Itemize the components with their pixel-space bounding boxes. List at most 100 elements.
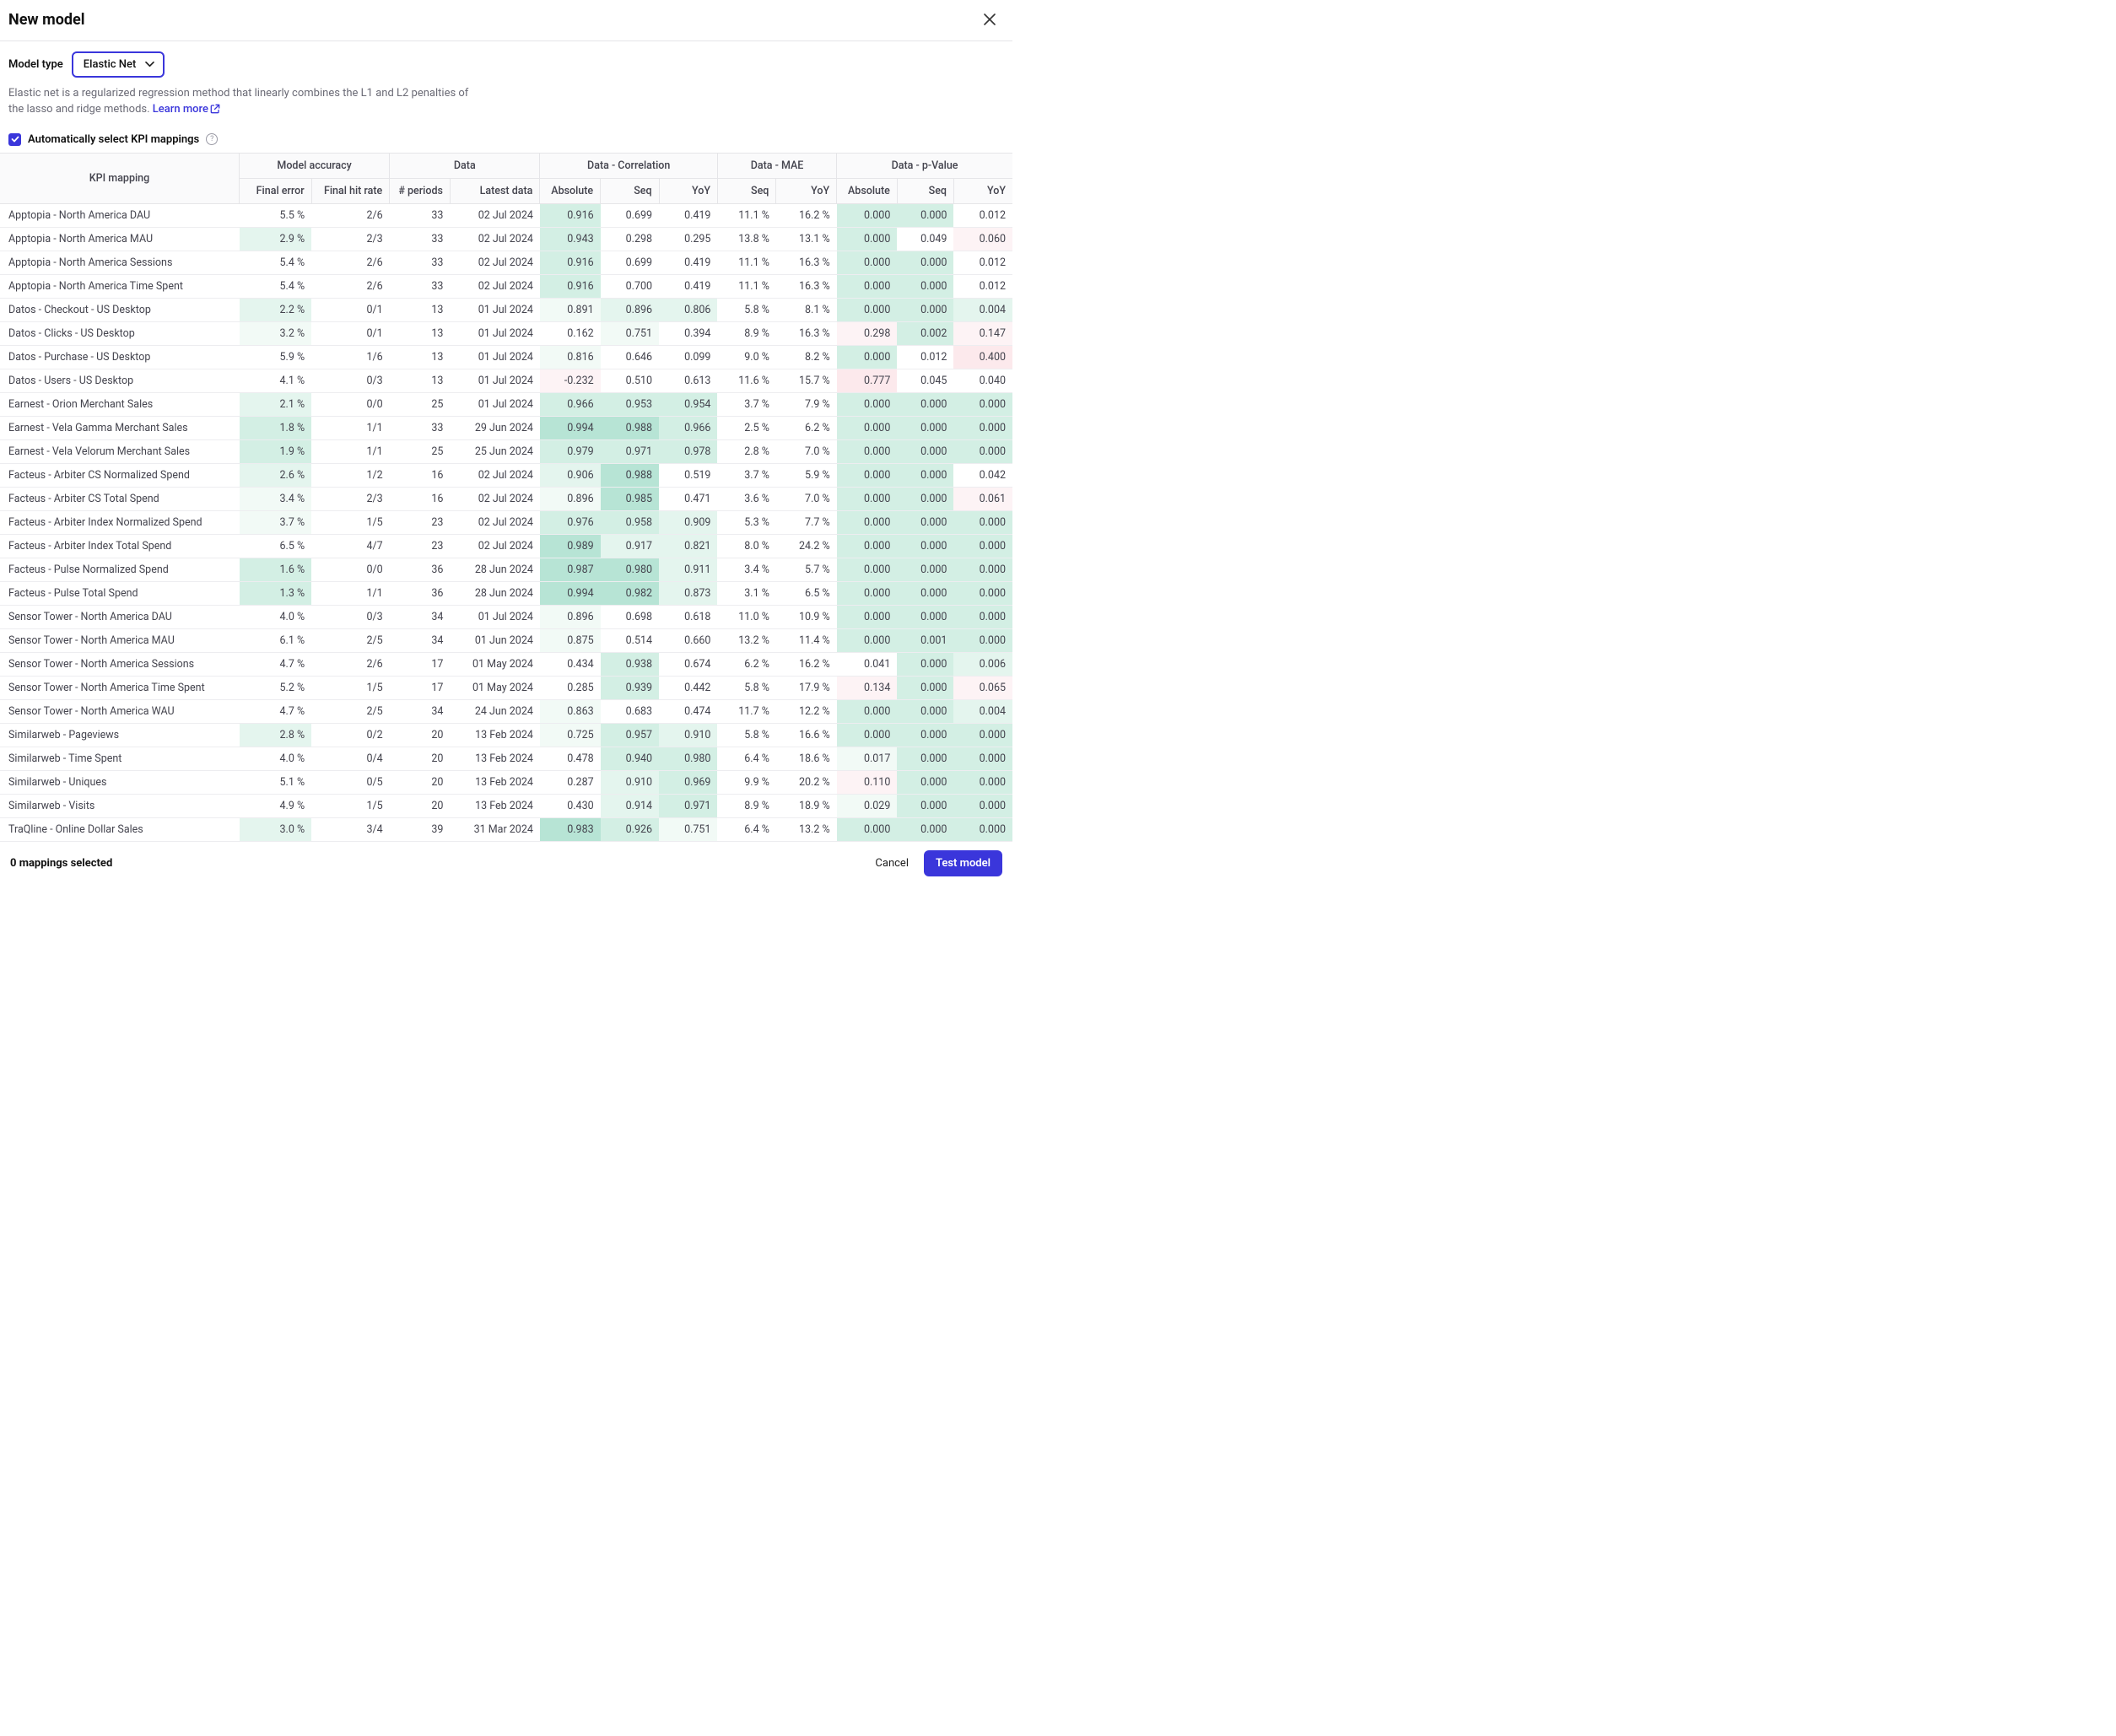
table-row[interactable]: Sensor Tower - North America DAU4.0 %0/3… (0, 605, 1012, 628)
col-latest-data[interactable]: Latest data (450, 178, 539, 203)
col-kpi[interactable]: KPI mapping (0, 154, 240, 204)
cell-fhr: 3/4 (311, 817, 390, 841)
group-mae: Data - MAE (717, 154, 836, 179)
col-corr-seq[interactable]: Seq (601, 178, 659, 203)
cell-ca: 0.983 (540, 817, 601, 841)
table-row[interactable]: Similarweb - Pageviews2.8 %0/22013 Feb 2… (0, 723, 1012, 747)
table-row[interactable]: Facteus - Arbiter Index Normalized Spend… (0, 510, 1012, 534)
table-row[interactable]: Apptopia - North America DAU5.5 %2/63302… (0, 203, 1012, 227)
cell-cy: 0.873 (659, 581, 717, 605)
cell-my: 6.2 % (776, 416, 837, 439)
cell-py: 0.000 (953, 817, 1012, 841)
col-mae-yoy[interactable]: YoY (776, 178, 837, 203)
table-row[interactable]: Earnest - Orion Merchant Sales2.1 %0/025… (0, 392, 1012, 416)
cell-cy: 0.394 (659, 321, 717, 345)
cell-my: 24.2 % (776, 534, 837, 558)
cell-ms: 11.1 % (717, 203, 775, 227)
cell-ms: 2.5 % (717, 416, 775, 439)
col-p-abs[interactable]: Absolute (837, 178, 898, 203)
table-row[interactable]: Apptopia - North America Time Spent5.4 %… (0, 274, 1012, 298)
col-corr-yoy[interactable]: YoY (659, 178, 717, 203)
col-p-seq[interactable]: Seq (897, 178, 953, 203)
cell-ms: 5.8 % (717, 676, 775, 699)
cell-kpi: Datos - Clicks - US Desktop (0, 321, 240, 345)
cell-ps: 0.000 (897, 274, 953, 298)
table-row[interactable]: Facteus - Pulse Normalized Spend1.6 %0/0… (0, 558, 1012, 581)
cell-pa: 0.000 (837, 487, 898, 510)
cell-ca: 0.816 (540, 345, 601, 369)
cancel-button[interactable]: Cancel (872, 852, 912, 875)
cell-ps: 0.000 (897, 652, 953, 676)
cell-py: 0.000 (953, 534, 1012, 558)
group-data: Data (390, 154, 540, 179)
cell-ps: 0.000 (897, 298, 953, 321)
cell-np: 16 (390, 487, 451, 510)
cell-my: 7.0 % (776, 487, 837, 510)
cell-fhr: 2/3 (311, 487, 390, 510)
auto-kpi-checkbox[interactable] (8, 133, 21, 146)
table-row[interactable]: Datos - Clicks - US Desktop3.2 %0/11301 … (0, 321, 1012, 345)
table-row[interactable]: Apptopia - North America Sessions5.4 %2/… (0, 251, 1012, 274)
cell-ps: 0.000 (897, 463, 953, 487)
table-row[interactable]: Earnest - Vela Gamma Merchant Sales1.8 %… (0, 416, 1012, 439)
col-final-error[interactable]: Final error (240, 178, 312, 203)
cell-my: 20.2 % (776, 770, 837, 794)
cell-cy: 0.980 (659, 747, 717, 770)
cell-cs: 0.298 (601, 227, 659, 251)
col-mae-seq[interactable]: Seq (717, 178, 775, 203)
cell-cy: 0.909 (659, 510, 717, 534)
cell-my: 18.9 % (776, 794, 837, 817)
table-row[interactable]: Facteus - Arbiter CS Total Spend3.4 %2/3… (0, 487, 1012, 510)
table-row[interactable]: Similarweb - Uniques5.1 %0/52013 Feb 202… (0, 770, 1012, 794)
table-row[interactable]: Sensor Tower - North America Time Spent5… (0, 676, 1012, 699)
cell-np: 23 (390, 510, 451, 534)
cell-ca: 0.966 (540, 392, 601, 416)
table-row[interactable]: Facteus - Pulse Total Spend1.3 %1/13628 … (0, 581, 1012, 605)
cell-fhr: 2/5 (311, 699, 390, 723)
table-row[interactable]: Sensor Tower - North America WAU4.7 %2/5… (0, 699, 1012, 723)
cell-py: 0.065 (953, 676, 1012, 699)
table-row[interactable]: Facteus - Arbiter Index Total Spend6.5 %… (0, 534, 1012, 558)
table-row[interactable]: Sensor Tower - North America Sessions4.7… (0, 652, 1012, 676)
table-row[interactable]: Similarweb - Time Spent4.0 %0/42013 Feb … (0, 747, 1012, 770)
table-row[interactable]: Earnest - Vela Velorum Merchant Sales1.9… (0, 439, 1012, 463)
table-row[interactable]: TraQline - Online Dollar Sales3.0 %3/439… (0, 817, 1012, 841)
cell-ca: 0.906 (540, 463, 601, 487)
close-icon (984, 13, 996, 25)
cell-ms: 5.3 % (717, 510, 775, 534)
cell-ld: 28 Jun 2024 (450, 581, 539, 605)
group-accuracy: Model accuracy (240, 154, 390, 179)
learn-more-link[interactable]: Learn more (153, 103, 220, 116)
cell-ld: 02 Jul 2024 (450, 534, 539, 558)
table-row[interactable]: Similarweb - Visits4.9 %1/52013 Feb 2024… (0, 794, 1012, 817)
cell-fhr: 1/5 (311, 676, 390, 699)
table-row[interactable]: Sensor Tower - North America MAU6.1 %2/5… (0, 628, 1012, 652)
cell-ca: 0.863 (540, 699, 601, 723)
cell-cy: 0.660 (659, 628, 717, 652)
table-row[interactable]: Apptopia - North America MAU2.9 %2/33302… (0, 227, 1012, 251)
cell-pa: 0.000 (837, 510, 898, 534)
cell-py: 0.040 (953, 369, 1012, 392)
cell-fhr: 1/1 (311, 439, 390, 463)
table-row[interactable]: Datos - Users - US Desktop4.1 %0/31301 J… (0, 369, 1012, 392)
test-model-button[interactable]: Test model (924, 850, 1002, 876)
table-row[interactable]: Facteus - Arbiter CS Normalized Spend2.6… (0, 463, 1012, 487)
help-icon[interactable]: ? (206, 133, 218, 145)
cell-my: 16.3 % (776, 274, 837, 298)
col-p-yoy[interactable]: YoY (953, 178, 1012, 203)
cell-pa: 0.000 (837, 345, 898, 369)
table-row[interactable]: Datos - Purchase - US Desktop5.9 %1/6130… (0, 345, 1012, 369)
cell-fhr: 0/0 (311, 558, 390, 581)
model-type-select[interactable]: Elastic Net (72, 51, 165, 78)
cell-cy: 0.295 (659, 227, 717, 251)
cell-ps: 0.000 (897, 558, 953, 581)
table-row[interactable]: Datos - Checkout - US Desktop2.2 %0/1130… (0, 298, 1012, 321)
col-n-periods[interactable]: # periods (390, 178, 451, 203)
cell-fe: 4.1 % (240, 369, 312, 392)
col-final-hit-rate[interactable]: Final hit rate (311, 178, 390, 203)
cell-cy: 0.971 (659, 794, 717, 817)
cell-my: 16.2 % (776, 203, 837, 227)
col-corr-abs[interactable]: Absolute (540, 178, 601, 203)
cell-my: 5.7 % (776, 558, 837, 581)
close-button[interactable] (980, 10, 999, 29)
